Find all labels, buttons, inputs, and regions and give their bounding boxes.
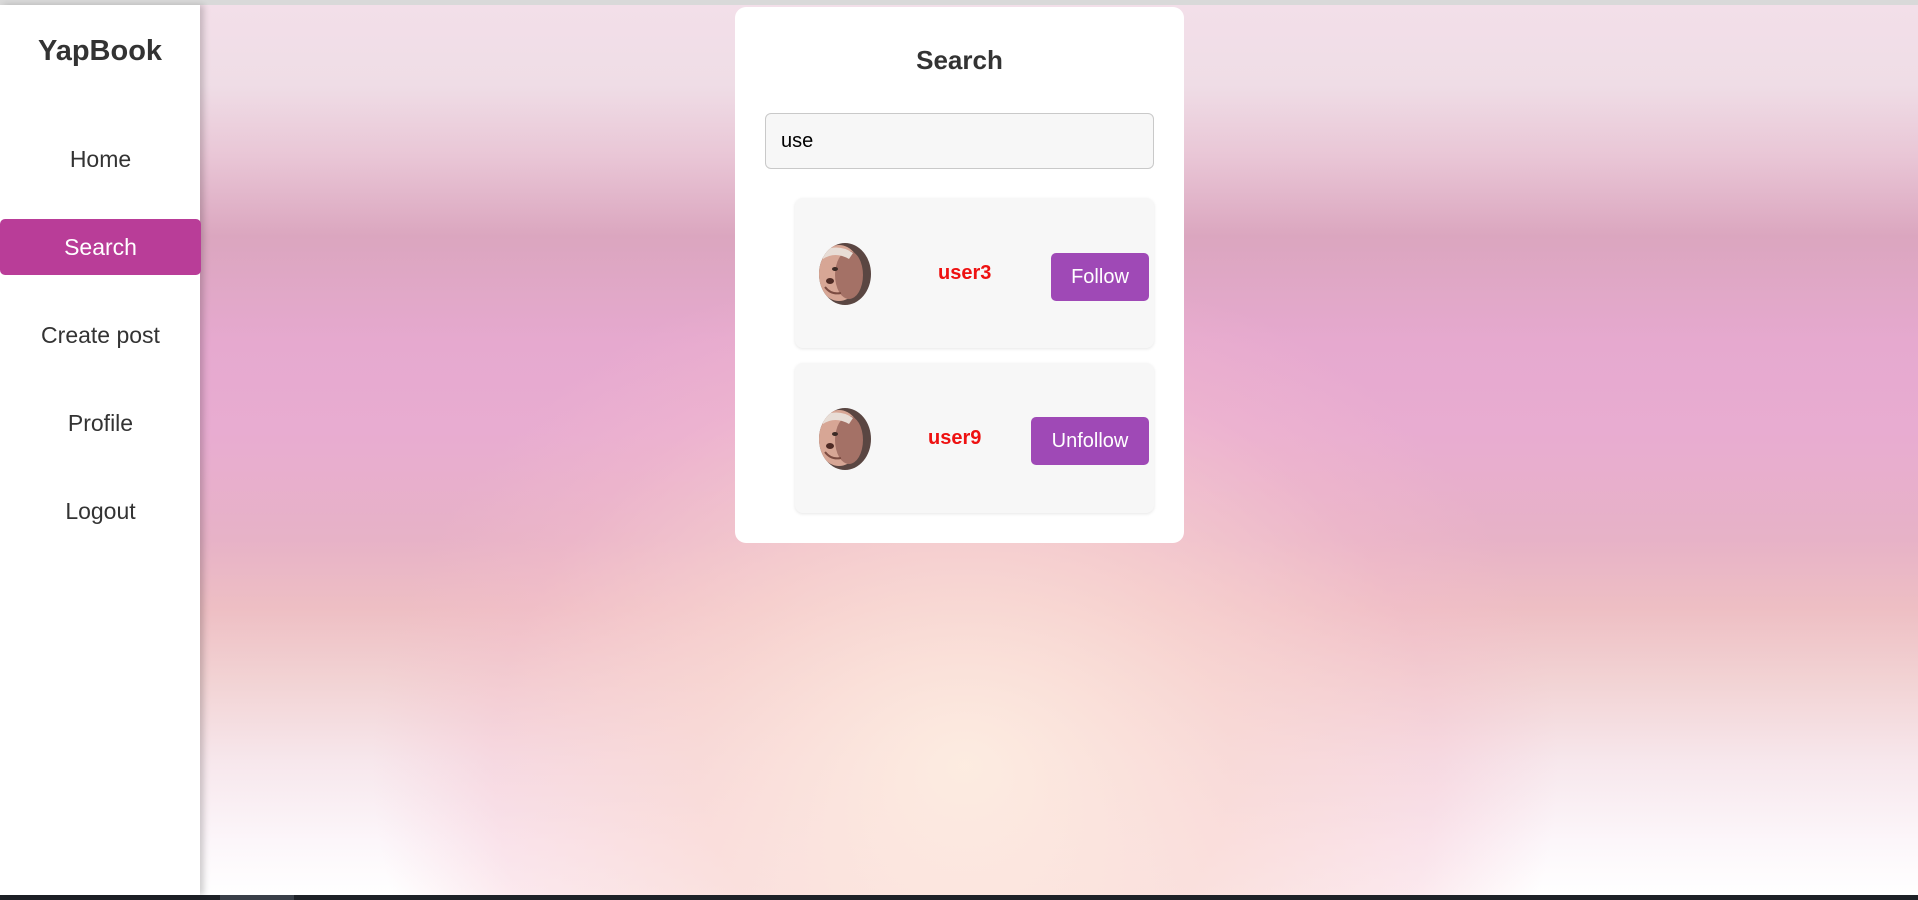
avatar: [819, 408, 871, 470]
app-logo-text: YapBook: [37, 35, 163, 67]
sidebar: YapBook Home Search Create post Profile …: [0, 5, 201, 895]
search-panel: Search user3 Follow: [735, 7, 1184, 543]
sidebar-item-create-post[interactable]: Create post: [0, 307, 201, 363]
sidebar-item-profile[interactable]: Profile: [0, 395, 201, 451]
username[interactable]: user9: [928, 363, 981, 513]
search-result-item: user3 Follow: [795, 198, 1154, 348]
search-input[interactable]: [765, 113, 1154, 169]
page-title: Search: [916, 45, 1003, 75]
username[interactable]: user3: [938, 198, 991, 348]
sidebar-item-search[interactable]: Search: [0, 219, 201, 275]
search-result-item: user9 Unfollow: [795, 363, 1154, 513]
unfollow-button[interactable]: Unfollow: [1031, 417, 1149, 465]
sidebar-item-logout[interactable]: Logout: [0, 483, 201, 539]
sidebar-item-home[interactable]: Home: [0, 131, 201, 187]
taskbar-item: [220, 895, 294, 900]
taskbar-strip: [0, 895, 1918, 900]
follow-button[interactable]: Follow: [1051, 253, 1149, 301]
avatar: [819, 243, 871, 305]
